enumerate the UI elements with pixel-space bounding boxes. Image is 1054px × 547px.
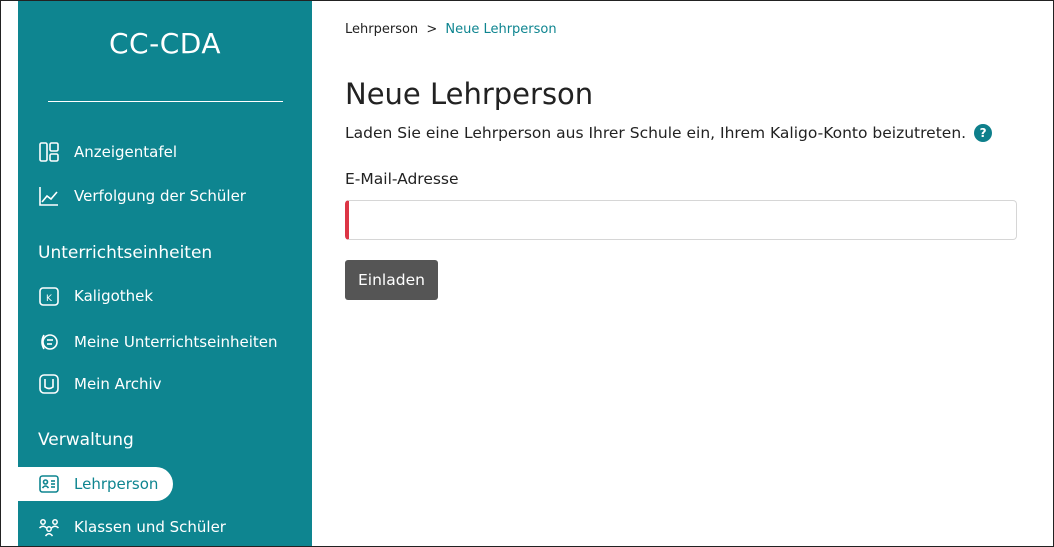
page-description-text: Laden Sie eine Lehrperson aus Ihrer Schu… [345, 124, 967, 142]
sidebar-item-student-tracking[interactable]: Verfolgung der Schüler [18, 179, 246, 213]
kaligothek-icon: K [38, 285, 60, 307]
brand-logo-text[interactable]: CC-CDA [18, 27, 312, 60]
sidebar: CC-CDA Anzeigentafel Verfolgung der Schü… [18, 1, 312, 546]
sidebar-item-label: Meine Unterrichtseinheiten [74, 333, 278, 351]
breadcrumb-separator: > [426, 22, 438, 37]
breadcrumb-parent-link[interactable]: Lehrperson [345, 22, 418, 37]
email-label: E-Mail-Adresse [345, 170, 459, 188]
chart-line-icon [38, 185, 60, 207]
help-icon[interactable]: ? [974, 124, 993, 142]
sidebar-item-kaligothek[interactable]: K Kaligothek [18, 279, 153, 313]
svg-text:K: K [46, 294, 53, 304]
dashboard-icon [38, 141, 60, 163]
people-icon [38, 516, 60, 538]
sidebar-item-label: Klassen und Schüler [74, 518, 226, 536]
page-title: Neue Lehrperson [345, 77, 594, 111]
sidebar-item-classes-students[interactable]: Klassen und Schüler [18, 510, 226, 544]
sidebar-item-label: Lehrperson [74, 475, 159, 493]
archive-icon [38, 373, 60, 395]
app-window: CC-CDA Anzeigentafel Verfolgung der Schü… [0, 0, 1054, 547]
sidebar-item-my-archive[interactable]: Mein Archiv [18, 367, 162, 401]
sidebar-item-my-lessons[interactable]: Meine Unterrichtseinheiten [18, 325, 278, 359]
sidebar-item-label: Kaligothek [74, 287, 154, 305]
breadcrumb-current: Neue Lehrperson [445, 22, 557, 37]
sidebar-item-dashboard[interactable]: Anzeigentafel [18, 135, 177, 169]
teacher-card-icon [38, 473, 60, 495]
sidebar-item-teacher[interactable]: Lehrperson [18, 467, 173, 501]
lessons-icon [38, 331, 60, 353]
sidebar-item-label: Anzeigentafel [74, 143, 178, 161]
breadcrumb: Lehrperson > Neue Lehrperson [345, 22, 557, 37]
brand-divider [48, 101, 283, 102]
sidebar-item-label: Verfolgung der Schüler [74, 187, 246, 205]
email-field[interactable] [345, 200, 1017, 240]
sidebar-item-label: Mein Archiv [74, 375, 162, 393]
section-title-admin: Verwaltung [38, 430, 134, 450]
section-title-units: Unterrichtseinheiten [38, 243, 213, 263]
invite-button[interactable]: Einladen [345, 260, 438, 300]
page-description: Laden Sie eine Lehrperson aus Ihrer Schu… [345, 124, 993, 142]
